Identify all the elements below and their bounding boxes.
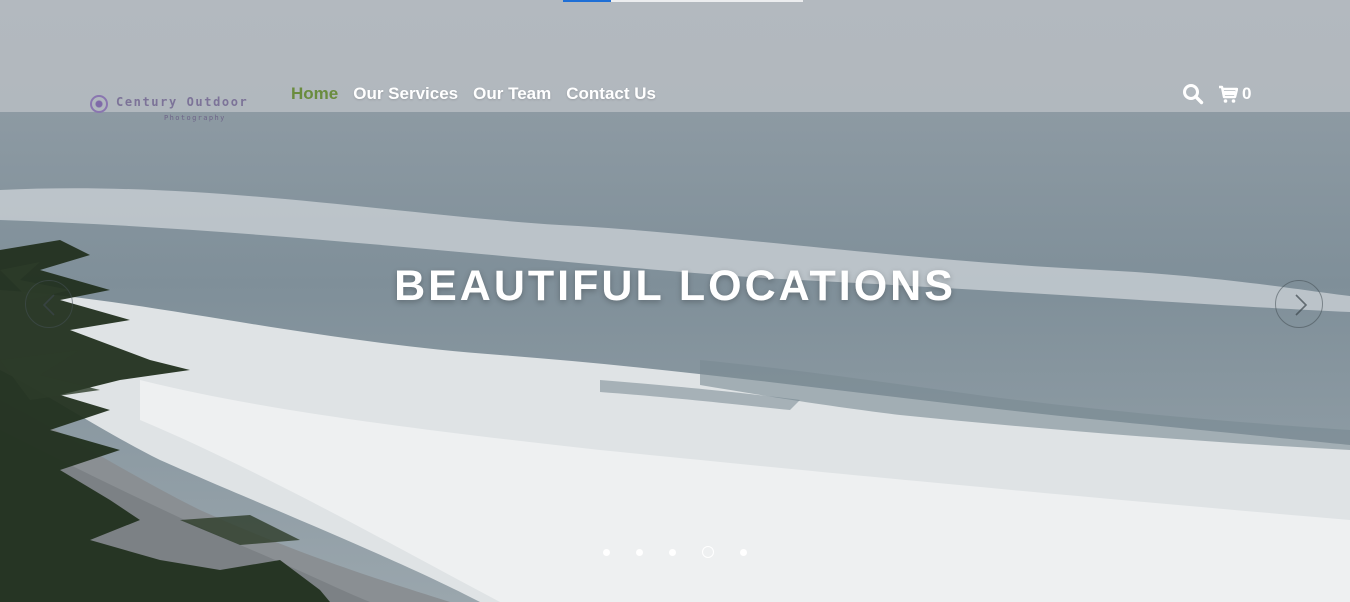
chevron-right-icon	[1295, 294, 1308, 316]
prev-slide-button[interactable]	[25, 280, 73, 328]
slide-dot-4[interactable]	[702, 546, 714, 558]
nav-item-home[interactable]: Home	[291, 83, 338, 105]
search-button[interactable]	[1182, 83, 1206, 105]
logo-subtitle: Photography	[164, 114, 226, 122]
slide-progress-track	[563, 0, 803, 2]
hero-slideshow: Century Outdoor Photography Home Our Ser…	[0, 0, 1350, 602]
slide-dot-3[interactable]	[669, 548, 676, 556]
cart-icon	[1219, 85, 1238, 103]
cart-count: 0	[1242, 84, 1252, 103]
search-icon	[1183, 84, 1204, 105]
main-nav: Home Our Services Our Team Contact Us	[291, 83, 656, 105]
slide-title: BEAUTIFUL LOCATIONS	[394, 262, 956, 310]
chevron-left-icon	[42, 294, 55, 316]
nav-item-contact-us[interactable]: Contact Us	[566, 83, 656, 105]
slide-dot-2[interactable]	[636, 548, 643, 556]
nav-item-our-team[interactable]: Our Team	[473, 83, 551, 105]
cart-button[interactable]: 0	[1218, 83, 1251, 105]
slide-dot-5[interactable]	[740, 548, 747, 556]
next-slide-button[interactable]	[1275, 280, 1323, 328]
slide-progress-fill	[563, 0, 611, 2]
logo-mark-icon	[90, 95, 108, 113]
slide-dots	[603, 545, 747, 559]
site-logo[interactable]: Century Outdoor Photography	[90, 94, 270, 126]
header-actions: 0	[1182, 83, 1251, 105]
logo-name: Century Outdoor	[116, 95, 249, 109]
nav-item-our-services[interactable]: Our Services	[353, 83, 458, 105]
slide-dot-1[interactable]	[603, 548, 610, 556]
